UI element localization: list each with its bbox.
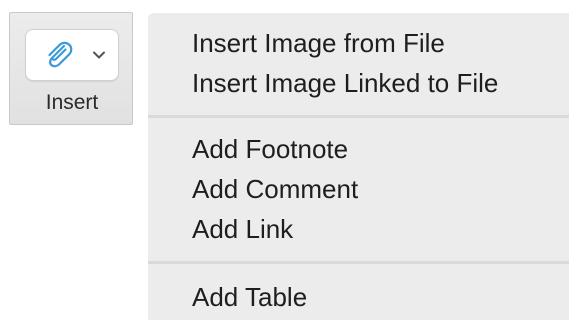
menu-separator xyxy=(148,115,569,118)
insert-toolbar-button[interactable]: Insert xyxy=(9,12,133,125)
app-stage: Insert Insert Image from File Insert Ima… xyxy=(0,0,569,320)
menu-separator xyxy=(148,261,569,264)
menu-item-add-table[interactable]: Add Table xyxy=(192,282,307,312)
menu-item-add-comment[interactable]: Add Comment xyxy=(192,174,358,204)
chevron-down-icon xyxy=(93,51,105,59)
menu-item-add-footnote[interactable]: Add Footnote xyxy=(192,134,348,164)
menu-item-add-link[interactable]: Add Link xyxy=(192,214,293,244)
insert-dropdown-button[interactable] xyxy=(25,29,119,81)
insert-menu: Insert Image from File Insert Image Link… xyxy=(148,13,569,320)
menu-item-insert-image-from-file[interactable]: Insert Image from File xyxy=(192,28,445,58)
paperclip-icon xyxy=(48,41,73,68)
menu-item-insert-image-linked-to-file[interactable]: Insert Image Linked to File xyxy=(192,68,498,98)
insert-label: Insert xyxy=(45,91,99,114)
